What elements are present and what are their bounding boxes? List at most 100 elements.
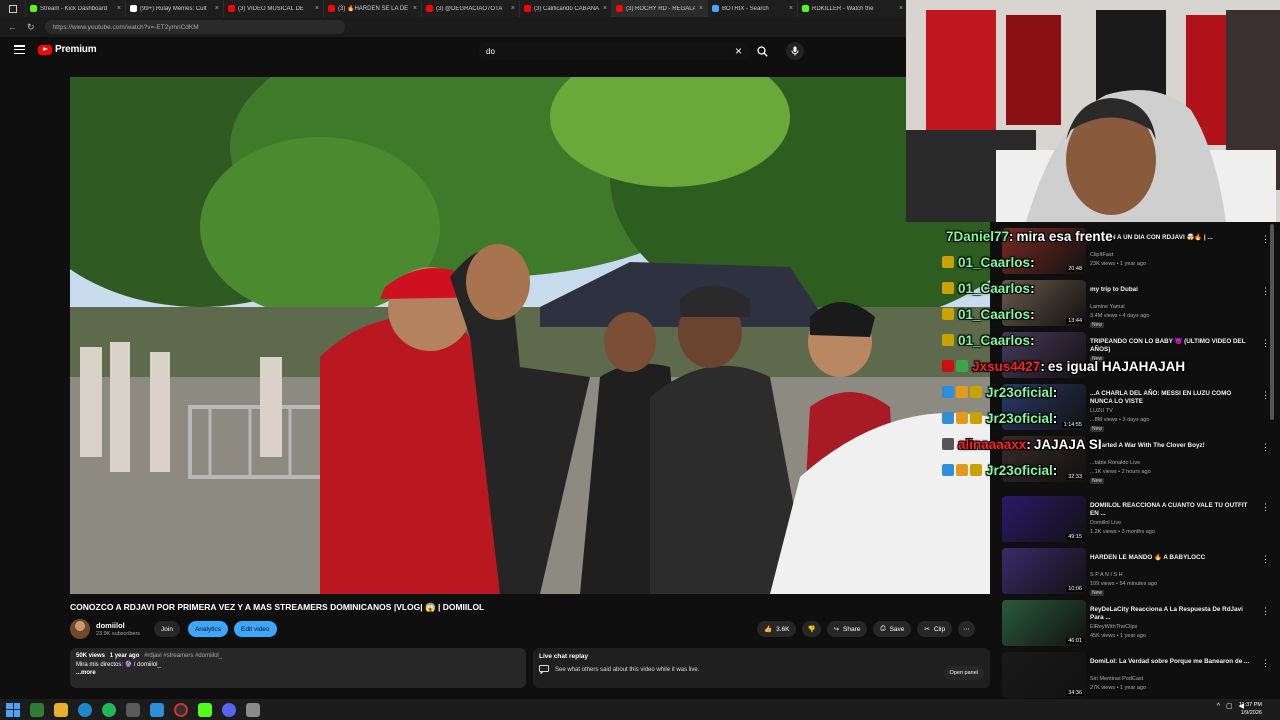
chevron-up-icon[interactable]: ^ <box>1217 703 1220 710</box>
recommendation-title[interactable]: DomiLol: La Verdad sobre Porque me Banea… <box>1090 658 1254 666</box>
tab-close-icon[interactable]: × <box>603 5 607 12</box>
browser-tab[interactable]: Stream - Kick Dashboard × <box>26 0 126 17</box>
more-options-icon[interactable]: ⋮ <box>1261 658 1270 669</box>
clip-button[interactable]: ✂ Clip <box>917 621 953 637</box>
system-clock[interactable]: 11:37 PM 1/9/2026 <box>1239 701 1262 717</box>
recommendation-channel[interactable]: S P A N I S H <box>1090 572 1123 578</box>
avatar[interactable] <box>70 619 90 639</box>
tab-close-icon[interactable]: × <box>511 5 515 12</box>
channel-name[interactable]: domiilol <box>96 621 140 630</box>
close-icon[interactable]: × <box>735 44 742 58</box>
more-options-icon[interactable]: ⋮ <box>1261 442 1270 453</box>
app-icon[interactable] <box>150 702 164 717</box>
browser-tab[interactable]: (3) VIDEO MUSICAL DE × <box>224 0 324 17</box>
more-options-icon[interactable]: ⋮ <box>1261 606 1270 617</box>
browser-tab[interactable]: BOTRIX - Search × <box>708 0 798 17</box>
hamburger-menu-icon[interactable] <box>14 45 25 54</box>
save-button[interactable]: ⎙ Save <box>873 621 912 637</box>
network-icon[interactable]: ▢ <box>1226 702 1233 710</box>
reload-icon[interactable]: ↻ <box>27 22 35 33</box>
share-button[interactable]: ↪ Share <box>826 621 868 637</box>
pen-tool-icon[interactable] <box>126 702 140 717</box>
search-input[interactable]: do × <box>478 42 750 60</box>
shield-icon[interactable] <box>246 702 260 717</box>
tab-close-icon[interactable]: × <box>117 5 121 12</box>
description-box[interactable]: 50K views 1 year ago #rdjavi #streamers … <box>70 648 526 688</box>
chat-badge-icon <box>942 308 954 320</box>
browser-tab[interactable]: RDKILLER - Watch the × <box>798 0 908 17</box>
recommendation-meta: 109 views • 54 minutes ago <box>1090 581 1158 587</box>
scrollbar[interactable] <box>1270 224 1274 420</box>
like-button[interactable]: 👍 3.6K <box>757 621 797 637</box>
more-options-icon[interactable]: ⋮ <box>1261 234 1270 245</box>
edge-browser-icon[interactable] <box>78 702 92 717</box>
tab-close-icon[interactable]: × <box>413 5 417 12</box>
url-field[interactable]: https://www.youtube.com/watch?v=-ET2ymnC… <box>44 20 345 34</box>
recommendation-channel[interactable]: Sin Mentiras PodCast <box>1090 676 1143 682</box>
recommendation-title[interactable]: my trip to Dubai <box>1090 286 1254 294</box>
recommendation-channel[interactable]: LUZU TV <box>1090 408 1113 414</box>
browser-tab[interactable]: (3) Calificando CABAÑA × <box>520 0 612 17</box>
video-thumbnail[interactable]: 49:15 <box>1002 496 1086 542</box>
browser-tab[interactable]: (3) @DEGRACIAO7OTA × <box>422 0 520 17</box>
chat-badge-icon <box>942 438 954 450</box>
more-options-icon[interactable]: ⋮ <box>1261 554 1270 565</box>
arrow-left-icon[interactable]: ← <box>8 22 17 32</box>
chat-badge-icon <box>942 360 954 372</box>
open-panel-button[interactable]: Open panel <box>943 666 984 680</box>
discord-icon[interactable] <box>222 702 236 717</box>
video-player[interactable] <box>70 77 990 594</box>
window-menu-icon[interactable] <box>0 0 26 17</box>
list-item[interactable]: 34:36 DomiLol: La Verdad sobre Porque me … <box>1002 652 1270 698</box>
recommendation-channel[interactable]: Lamine Yamal <box>1090 304 1125 310</box>
hashtags[interactable]: #rdjavi #streamers #domiilol_ <box>144 653 222 659</box>
browser-tab[interactable]: (99+) Rulay Memes: Cult × <box>126 0 224 17</box>
more-actions-button[interactable]: ⋯ <box>958 621 975 637</box>
show-more-link[interactable]: ...more <box>76 670 520 676</box>
recommendation-channel[interactable]: ClipItFast <box>1090 252 1113 258</box>
windows-start-icon[interactable] <box>6 702 20 717</box>
recommendation-channel[interactable]: ...table Ronaldo Live <box>1090 460 1140 466</box>
recommendation-title[interactable]: ...A CHARLA DEL AÑO: MESSI EN LUZU COMO … <box>1090 390 1254 406</box>
tab-close-icon[interactable]: × <box>315 5 319 12</box>
video-thumbnail[interactable]: 46:01 <box>1002 600 1086 646</box>
tab-close-icon[interactable]: × <box>899 5 903 12</box>
terminal-icon[interactable] <box>30 702 44 717</box>
recommendation-title[interactable]: TRIPEANDO CON LO BABY 😈 (ULTIMO VIDEO DE… <box>1090 338 1254 354</box>
analytics-button[interactable]: Analytics <box>187 621 228 637</box>
list-item[interactable]: 46:01 ReyDeLaCity Reacciona A La Respuest… <box>1002 600 1270 646</box>
list-item[interactable]: 13:44 my trip to Dubai Lamine Yamal 3.4M vi… <box>1002 280 1270 328</box>
tab-close-icon[interactable]: × <box>215 5 219 12</box>
recommendation-title[interactable]: ReyDeLaCity Reacciona A La Respuesta De … <box>1090 606 1254 622</box>
chat-separator: : <box>1040 358 1045 374</box>
join-button[interactable]: Join <box>154 621 180 637</box>
microphone-icon[interactable] <box>786 42 804 60</box>
list-item[interactable]: 10:06 HARDEN LE MANDO 🔥 A BABYLOCC S P A N… <box>1002 548 1270 596</box>
obs-icon[interactable] <box>174 702 188 717</box>
video-thumbnail[interactable]: 34:36 <box>1002 652 1086 698</box>
recommendation-title[interactable]: HARDEN LE MANDO 🔥 A BABYLOCC <box>1090 554 1254 562</box>
video-thumbnail[interactable]: 10:06 <box>1002 548 1086 594</box>
spotify-icon[interactable] <box>102 702 116 717</box>
recommendation-channel[interactable]: Domiilol Live <box>1090 520 1121 526</box>
kick-icon[interactable] <box>198 702 212 717</box>
more-options-icon[interactable]: ⋮ <box>1261 286 1270 297</box>
channel-row: domiilol 23.9K subscribers Join Analytic… <box>70 619 277 639</box>
more-options-icon[interactable]: ⋮ <box>1261 502 1270 513</box>
list-item[interactable]: 49:15 DOMIILOL REACCIONA A CUANTO VALE TU… <box>1002 496 1270 542</box>
recommendation-channel[interactable]: ElReyWithTheClips <box>1090 624 1137 630</box>
file-explorer-icon[interactable] <box>54 702 68 717</box>
recommendation-title[interactable]: ...CCIÓN A UN DIA CON RDJAVI 🤯🔥 | ... <box>1090 234 1254 242</box>
browser-tab[interactable]: (3) ROCHY RD - REGALA × <box>612 0 708 17</box>
dislike-button[interactable]: 👎 <box>802 621 821 637</box>
search-icon[interactable] <box>754 42 770 60</box>
tab-close-icon[interactable]: × <box>789 5 793 12</box>
more-options-icon[interactable]: ⋮ <box>1261 390 1270 401</box>
edit-video-button[interactable]: Edit video <box>233 621 277 637</box>
recommendation-title[interactable]: DOMIILOL REACCIONA A CUANTO VALE TU OUTF… <box>1090 502 1254 518</box>
browser-tab[interactable]: (3) 🔥HARDEN SE LA DE × <box>324 0 422 17</box>
recommendation-title[interactable]: ...Started A War With The Clover Boyz! <box>1090 442 1254 450</box>
more-options-icon[interactable]: ⋮ <box>1261 338 1270 349</box>
tab-close-icon[interactable]: × <box>699 5 703 12</box>
youtube-logo[interactable]: Premium <box>38 44 97 55</box>
